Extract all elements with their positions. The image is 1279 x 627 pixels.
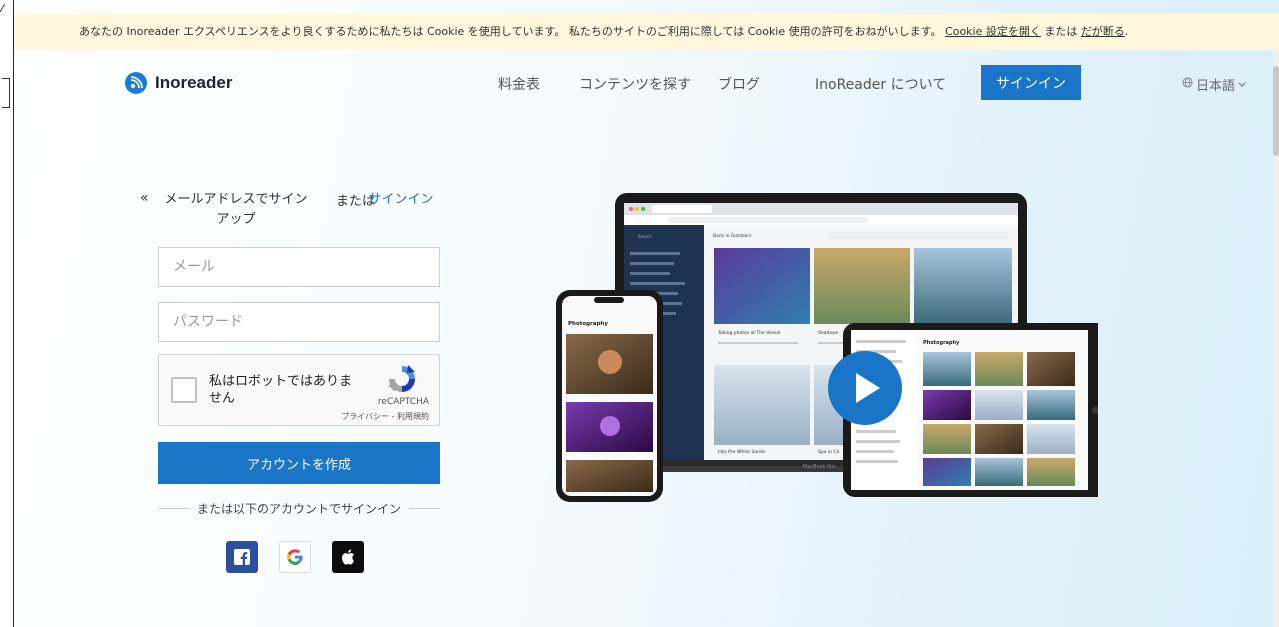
- device-mockup: Search Back in Outdoors Taking photos at…: [538, 190, 1108, 510]
- cookie-end-text: .: [1124, 25, 1129, 38]
- switch-to-signin-link[interactable]: サインイン: [366, 190, 436, 210]
- video-play-button[interactable]: [828, 351, 902, 425]
- divider-line-left: [158, 508, 189, 509]
- social-divider: または以下のアカウントでサインイン: [158, 500, 441, 517]
- recaptcha-checkbox[interactable]: [171, 377, 197, 403]
- laptop-model-label: MacBook Pro: [803, 464, 835, 470]
- nav-discover[interactable]: コンテンツを探す: [579, 74, 691, 94]
- recaptcha-privacy-terms[interactable]: プライバシー - 利用規約: [341, 411, 429, 422]
- phone-mockup: Photography: [556, 290, 663, 502]
- divider-line-right: [409, 508, 441, 509]
- apple-signin-button[interactable]: [332, 541, 364, 573]
- language-label: 日本語: [1196, 79, 1236, 94]
- recaptcha-label: 私はロボットではありません: [209, 374, 353, 406]
- laptop-header-title: Back in Outdoors: [713, 233, 752, 239]
- laptop-card-1-title: Taking photos at The Vessel: [717, 330, 780, 336]
- facebook-signin-button[interactable]: [226, 541, 258, 573]
- laptop-card-3-title: Into the White Sands: [718, 449, 766, 455]
- brand-name: Inoreader: [155, 73, 233, 92]
- page: あなたの Inoreader エクスペリエンスをより良くするために私たちは Co…: [15, 0, 1279, 627]
- language-selector[interactable]: 日本語: [1182, 75, 1246, 94]
- page-scrollbar[interactable]: [1273, 50, 1279, 627]
- tablet-title: Photography: [923, 340, 960, 346]
- laptop-card-4-title: Spa in Ch: [818, 449, 840, 455]
- apple-icon: [341, 549, 354, 565]
- laptop-sidebar-search: Search: [638, 234, 652, 239]
- nav-pricing[interactable]: 料金表: [498, 74, 540, 94]
- signup-panel: « メールアドレスでサインアップ または サインイン 私はロボットではありません…: [140, 190, 450, 573]
- recaptcha-brand: reCAPTCHA: [377, 397, 429, 407]
- cookie-or-text: または: [1044, 25, 1078, 38]
- recaptcha-logo-icon: [386, 363, 418, 395]
- create-account-button[interactable]: アカウントを作成: [158, 442, 440, 484]
- chevron-down-icon: [1238, 77, 1246, 92]
- logo[interactable]: Inoreader: [125, 72, 232, 94]
- email-field[interactable]: [158, 247, 440, 287]
- signup-mode-title: メールアドレスでサインアップ: [164, 192, 308, 227]
- window-edge-bracket: [2, 78, 10, 108]
- cookie-text: あなたの Inoreader エクスペリエンスをより良くするために私たちは Co…: [79, 25, 942, 38]
- window-edge-glyph: ⁄: [1, 2, 4, 16]
- nav-blog[interactable]: ブログ: [718, 74, 760, 94]
- laptop-card-2-title: Shadows: [818, 330, 839, 336]
- password-field[interactable]: [158, 302, 440, 342]
- cookie-decline-link[interactable]: だが断る: [1081, 25, 1125, 38]
- inoreader-logo-icon: [125, 72, 147, 94]
- google-signin-button[interactable]: [279, 541, 311, 573]
- cookie-settings-link[interactable]: Cookie 設定を開く: [945, 25, 1041, 38]
- site-header: Inoreader 料金表 コンテンツを探す ブログ InoReader につい…: [15, 50, 1279, 120]
- nav-about[interactable]: InoReader について: [815, 74, 946, 94]
- back-chevron-icon[interactable]: «: [140, 190, 149, 206]
- window-edge: ⁄: [0, 0, 14, 627]
- social-divider-text: または以下のアカウントでサインイン: [197, 502, 402, 516]
- globe-icon: [1182, 77, 1193, 92]
- google-icon: [287, 549, 303, 565]
- facebook-icon: [234, 549, 250, 565]
- recaptcha-widget: 私はロボットではありません reCAPTCHA プライバシー - 利用規約: [158, 354, 440, 426]
- phone-title: Photography: [568, 321, 608, 327]
- signup-mode-row: « メールアドレスでサインアップ または サインイン: [140, 190, 450, 236]
- cookie-banner: あなたの Inoreader エクスペリエンスをより良くするために私たちは Co…: [15, 14, 1279, 50]
- header-signin-button[interactable]: サインイン: [981, 65, 1081, 100]
